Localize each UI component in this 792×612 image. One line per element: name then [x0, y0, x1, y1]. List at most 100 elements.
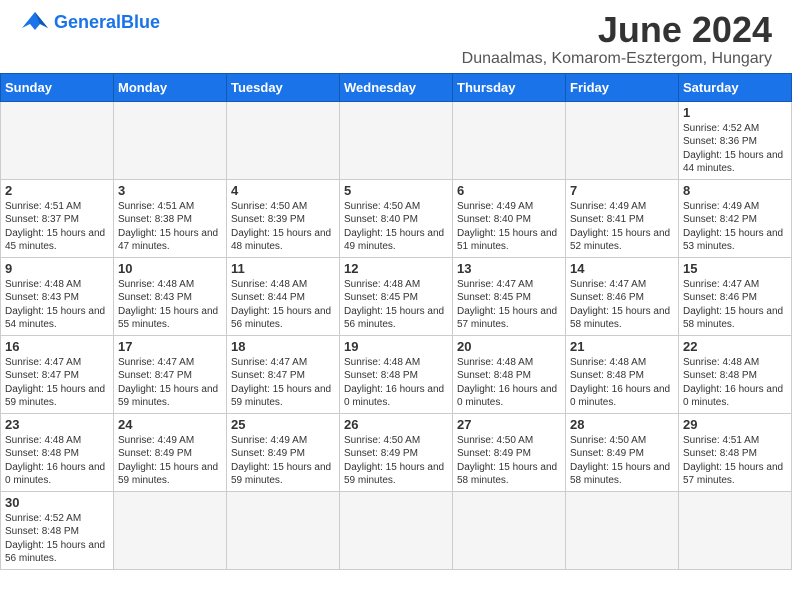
page-header: GeneralBlue June 2024 Dunaalmas, Komarom… — [0, 0, 792, 73]
day-info: Sunrise: 4:47 AMSunset: 8:47 PMDaylight:… — [5, 356, 109, 410]
calendar-day-cell — [227, 101, 340, 179]
calendar-day-cell: 16Sunrise: 4:47 AMSunset: 8:47 PMDayligh… — [1, 335, 114, 413]
day-info: Sunrise: 4:47 AMSunset: 8:47 PMDaylight:… — [118, 356, 222, 410]
day-number: 9 — [5, 261, 109, 276]
calendar-day-cell — [227, 491, 340, 569]
calendar-day-cell: 6 Sunrise: 4:49 AMSunset: 8:40 PMDaylight… — [453, 179, 566, 257]
day-number: 18 — [231, 339, 335, 354]
day-info: Sunrise: 4:48 AMSunset: 8:45 PMDaylight:… — [344, 278, 448, 332]
calendar-day-cell: 15Sunrise: 4:47 AMSunset: 8:46 PMDayligh… — [679, 257, 792, 335]
day-number: 28 — [570, 417, 674, 432]
month-year-title: June 2024 — [462, 10, 772, 50]
day-info: Sunrise: 4:48 AMSunset: 8:44 PMDaylight:… — [231, 278, 335, 332]
calendar-day-cell: 27 Sunrise: 4:50 AMSunset: 8:49 PMDayligh… — [453, 413, 566, 491]
day-number: 5 — [344, 183, 448, 198]
calendar-day-cell: 19Sunrise: 4:48 AMSunset: 8:48 PMDayligh… — [340, 335, 453, 413]
calendar-day-cell: 23Sunrise: 4:48 AMSunset: 8:48 PMDayligh… — [1, 413, 114, 491]
day-info: Sunrise: 4:49 AMSunset: 8:40 PMDaylight:… — [457, 200, 561, 254]
calendar-day-cell: 2Sunrise: 4:51 AMSunset: 8:37 PMDaylight… — [1, 179, 114, 257]
day-info: Sunrise: 4:49 AMSunset: 8:42 PMDaylight:… — [683, 200, 787, 254]
day-info: Sunrise: 4:52 AMSunset: 8:48 PMDaylight:… — [5, 512, 109, 566]
day-number: 2 — [5, 183, 109, 198]
day-number: 29 — [683, 417, 787, 432]
calendar-day-cell: 7 Sunrise: 4:49 AMSunset: 8:41 PMDaylight… — [566, 179, 679, 257]
day-number: 8 — [683, 183, 787, 198]
calendar-day-cell — [114, 491, 227, 569]
calendar-day-cell: 4Sunrise: 4:50 AMSunset: 8:39 PMDaylight… — [227, 179, 340, 257]
day-number: 21 — [570, 339, 674, 354]
day-number: 26 — [344, 417, 448, 432]
calendar-day-cell: 1 Sunrise: 4:52 AMSunset: 8:36 PMDaylight… — [679, 101, 792, 179]
calendar-day-cell: 28Sunrise: 4:50 AMSunset: 8:49 PMDayligh… — [566, 413, 679, 491]
calendar-day-cell — [1, 101, 114, 179]
calendar-table: Sunday Monday Tuesday Wednesday Thursday… — [0, 73, 792, 570]
calendar-week-row: 30 Sunrise: 4:52 AMSunset: 8:48 PMDayligh… — [1, 491, 792, 569]
day-info: Sunrise: 4:50 AMSunset: 8:49 PMDaylight:… — [457, 434, 561, 488]
calendar-day-cell: 12Sunrise: 4:48 AMSunset: 8:45 PMDayligh… — [340, 257, 453, 335]
day-number: 24 — [118, 417, 222, 432]
day-info: Sunrise: 4:50 AMSunset: 8:49 PMDaylight:… — [344, 434, 448, 488]
logo-text: GeneralBlue — [54, 12, 160, 33]
day-number: 3 — [118, 183, 222, 198]
col-sunday: Sunday — [1, 73, 114, 101]
calendar-week-row: 16Sunrise: 4:47 AMSunset: 8:47 PMDayligh… — [1, 335, 792, 413]
calendar-day-cell: 29 Sunrise: 4:51 AMSunset: 8:48 PMDayligh… — [679, 413, 792, 491]
location-text: Dunaalmas, Komarom-Esztergom, Hungary — [462, 50, 772, 68]
calendar-day-cell — [340, 101, 453, 179]
logo-general: General — [54, 12, 121, 32]
calendar-header-row: Sunday Monday Tuesday Wednesday Thursday… — [1, 73, 792, 101]
day-info: Sunrise: 4:48 AMSunset: 8:48 PMDaylight:… — [570, 356, 674, 410]
day-number: 25 — [231, 417, 335, 432]
calendar-week-row: 23Sunrise: 4:48 AMSunset: 8:48 PMDayligh… — [1, 413, 792, 491]
day-info: Sunrise: 4:52 AMSunset: 8:36 PMDaylight:… — [683, 122, 787, 176]
calendar-day-cell — [679, 491, 792, 569]
calendar-day-cell: 14 Sunrise: 4:47 AMSunset: 8:46 PMDayligh… — [566, 257, 679, 335]
calendar-day-cell: 8 Sunrise: 4:49 AMSunset: 8:42 PMDaylight… — [679, 179, 792, 257]
col-friday: Friday — [566, 73, 679, 101]
day-info: Sunrise: 4:49 AMSunset: 8:49 PMDaylight:… — [231, 434, 335, 488]
calendar-day-cell: 21 Sunrise: 4:48 AMSunset: 8:48 PMDayligh… — [566, 335, 679, 413]
day-number: 6 — [457, 183, 561, 198]
calendar-day-cell: 30 Sunrise: 4:52 AMSunset: 8:48 PMDayligh… — [1, 491, 114, 569]
calendar-day-cell — [340, 491, 453, 569]
day-info: Sunrise: 4:49 AMSunset: 8:49 PMDaylight:… — [118, 434, 222, 488]
day-info: Sunrise: 4:47 AMSunset: 8:46 PMDaylight:… — [570, 278, 674, 332]
col-thursday: Thursday — [453, 73, 566, 101]
day-number: 23 — [5, 417, 109, 432]
calendar-day-cell — [566, 101, 679, 179]
day-number: 27 — [457, 417, 561, 432]
calendar-day-cell: 11 Sunrise: 4:48 AMSunset: 8:44 PMDayligh… — [227, 257, 340, 335]
day-number: 10 — [118, 261, 222, 276]
day-number: 19 — [344, 339, 448, 354]
col-wednesday: Wednesday — [340, 73, 453, 101]
day-number: 11 — [231, 261, 335, 276]
day-number: 13 — [457, 261, 561, 276]
day-info: Sunrise: 4:47 AMSunset: 8:47 PMDaylight:… — [231, 356, 335, 410]
calendar-day-cell: 9Sunrise: 4:48 AMSunset: 8:43 PMDaylight… — [1, 257, 114, 335]
col-monday: Monday — [114, 73, 227, 101]
calendar-day-cell — [566, 491, 679, 569]
calendar-week-row: 1 Sunrise: 4:52 AMSunset: 8:36 PMDaylight… — [1, 101, 792, 179]
calendar-day-cell: 25 Sunrise: 4:49 AMSunset: 8:49 PMDayligh… — [227, 413, 340, 491]
day-info: Sunrise: 4:47 AMSunset: 8:45 PMDaylight:… — [457, 278, 561, 332]
calendar-week-row: 9Sunrise: 4:48 AMSunset: 8:43 PMDaylight… — [1, 257, 792, 335]
col-tuesday: Tuesday — [227, 73, 340, 101]
calendar-week-row: 2Sunrise: 4:51 AMSunset: 8:37 PMDaylight… — [1, 179, 792, 257]
day-number: 30 — [5, 495, 109, 510]
logo: GeneralBlue — [20, 10, 160, 34]
calendar-day-cell: 24 Sunrise: 4:49 AMSunset: 8:49 PMDayligh… — [114, 413, 227, 491]
col-saturday: Saturday — [679, 73, 792, 101]
day-info: Sunrise: 4:51 AMSunset: 8:38 PMDaylight:… — [118, 200, 222, 254]
day-info: Sunrise: 4:49 AMSunset: 8:41 PMDaylight:… — [570, 200, 674, 254]
calendar-day-cell: 18 Sunrise: 4:47 AMSunset: 8:47 PMDayligh… — [227, 335, 340, 413]
logo-blue: Blue — [121, 12, 160, 32]
day-info: Sunrise: 4:48 AMSunset: 8:48 PMDaylight:… — [457, 356, 561, 410]
calendar-day-cell — [114, 101, 227, 179]
day-number: 1 — [683, 105, 787, 120]
day-number: 14 — [570, 261, 674, 276]
day-number: 15 — [683, 261, 787, 276]
calendar-day-cell: 3 Sunrise: 4:51 AMSunset: 8:38 PMDaylight… — [114, 179, 227, 257]
day-number: 7 — [570, 183, 674, 198]
day-info: Sunrise: 4:51 AMSunset: 8:48 PMDaylight:… — [683, 434, 787, 488]
day-number: 4 — [231, 183, 335, 198]
